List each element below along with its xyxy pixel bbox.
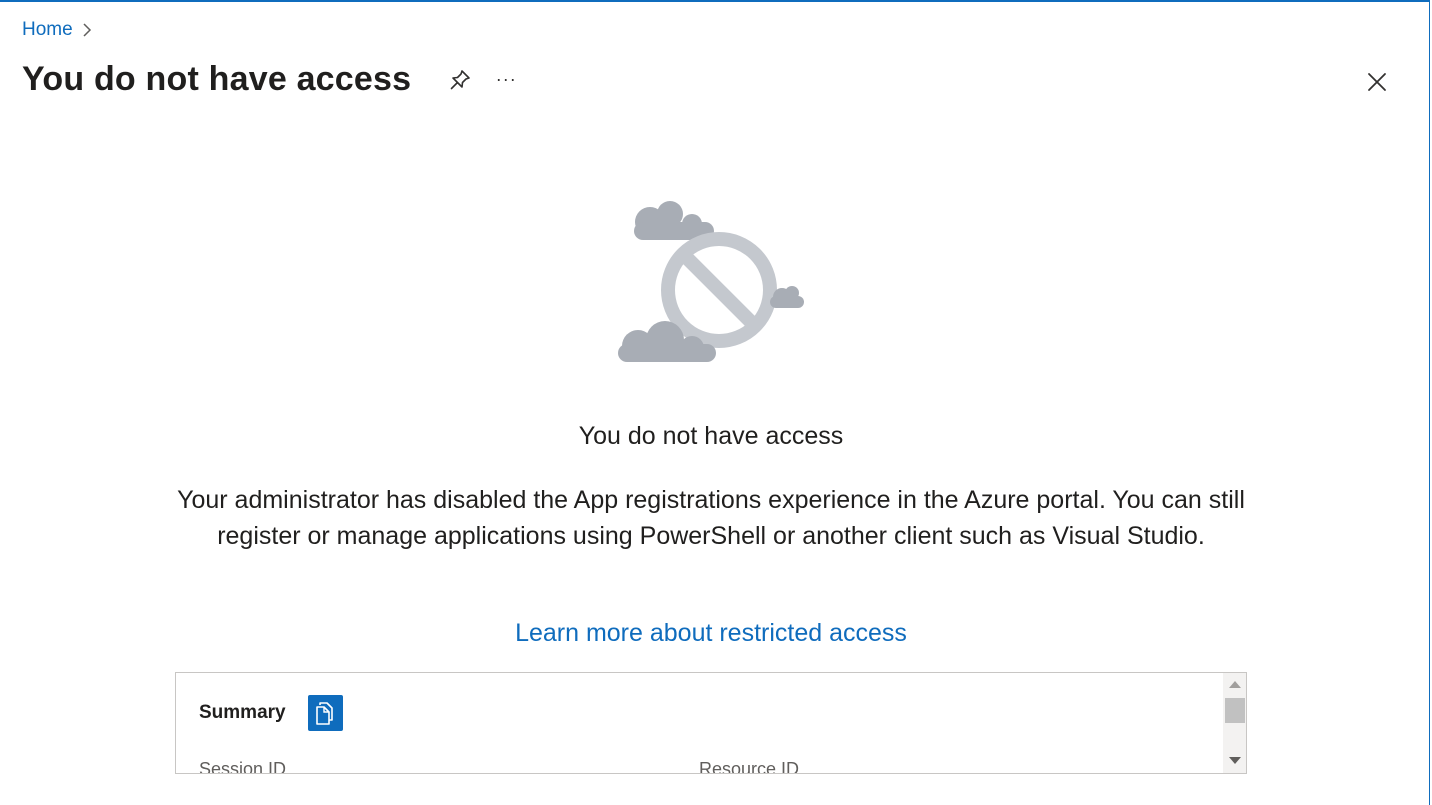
page-title: You do not have access xyxy=(22,60,412,98)
close-icon xyxy=(1368,73,1386,91)
no-access-illustration xyxy=(618,201,804,362)
scroll-thumb[interactable] xyxy=(1225,698,1245,723)
session-id-label: Session ID xyxy=(199,759,287,774)
learn-more-link[interactable]: Learn more about restricted access xyxy=(515,619,907,647)
pin-button[interactable] xyxy=(445,65,475,95)
more-options-button[interactable]: ··· xyxy=(491,65,521,95)
summary-panel: Summary Session ID Resource ID xyxy=(175,672,1247,774)
close-button[interactable] xyxy=(1362,67,1392,97)
access-message-body: Your administrator has disabled the App … xyxy=(177,486,1245,550)
summary-title: Summary xyxy=(199,702,286,723)
title-row: You do not have access ··· xyxy=(22,60,521,99)
prohibited-icon xyxy=(661,232,777,348)
copy-icon xyxy=(316,702,333,725)
copy-summary-button[interactable] xyxy=(307,695,343,731)
breadcrumb: Home xyxy=(22,19,93,41)
scroll-up-arrow-icon[interactable] xyxy=(1229,681,1241,688)
access-message-heading: You do not have access xyxy=(578,422,844,450)
learn-more-container: Learn more about restricted access xyxy=(0,619,1422,648)
scroll-down-arrow-icon[interactable] xyxy=(1229,757,1241,764)
summary-scrollbar[interactable] xyxy=(1223,673,1246,773)
blade-frame: Home You do not have access ··· You do n… xyxy=(0,0,1430,805)
pin-icon xyxy=(450,69,471,89)
cloud-icon xyxy=(634,201,714,240)
chevron-right-icon xyxy=(83,23,91,37)
resource-id-label: Resource ID xyxy=(699,759,800,774)
more-icon: ··· xyxy=(495,69,517,89)
breadcrumb-home-link[interactable]: Home xyxy=(22,19,73,41)
cloud-icon xyxy=(618,321,716,362)
summary-header: Summary xyxy=(199,695,343,731)
